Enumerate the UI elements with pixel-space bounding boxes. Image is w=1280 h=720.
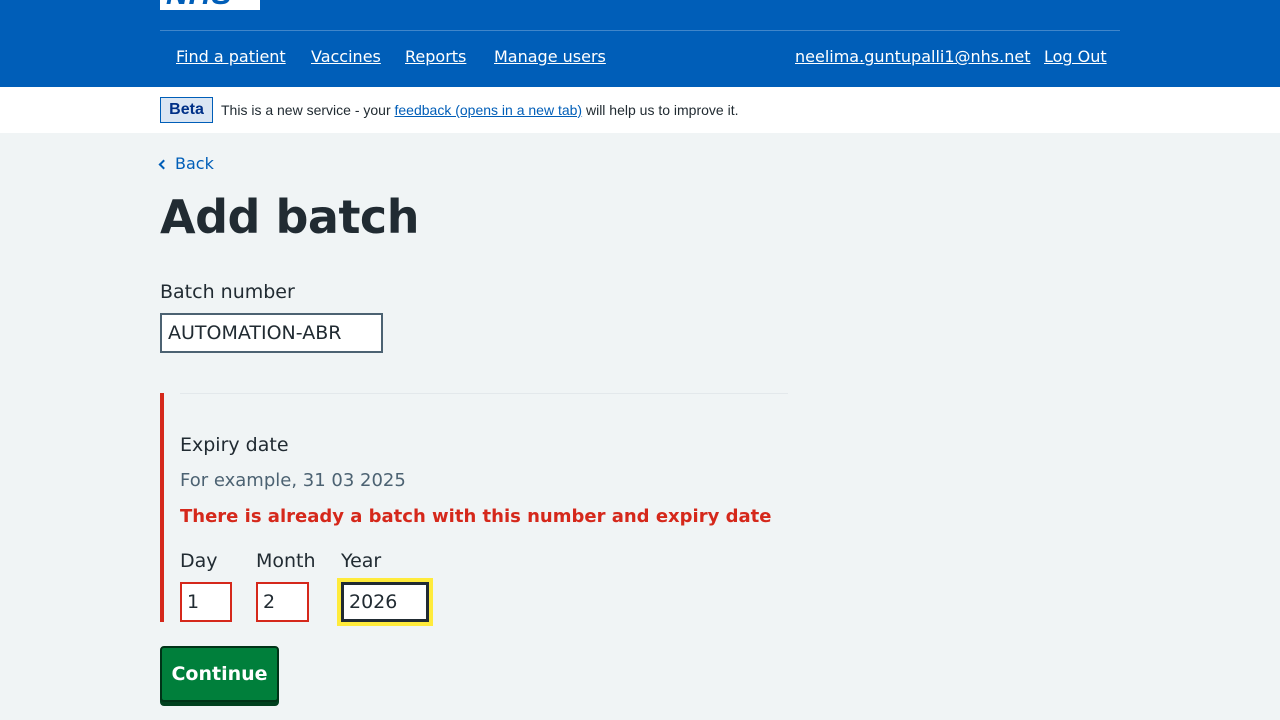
expiry-date-error: There is already a batch with this numbe… [180, 506, 772, 527]
header-divider [160, 30, 1120, 31]
year-input[interactable] [341, 582, 429, 622]
day-label: Day [180, 550, 218, 572]
year-label: Year [341, 550, 382, 572]
expiry-date-label: Expiry date [180, 434, 289, 456]
chevron-left-icon [158, 159, 169, 170]
nhs-logo[interactable]: NHS [160, 0, 260, 10]
nav-user-email[interactable]: neelima.guntupalli1@nhs.net [795, 47, 1030, 66]
expiry-date-hint: For example, 31 03 2025 [180, 470, 406, 491]
nav-find-patient[interactable]: Find a patient [176, 47, 286, 66]
feedback-link[interactable]: feedback (opens in a new tab) [395, 102, 583, 118]
nav-reports[interactable]: Reports [405, 47, 466, 66]
continue-button[interactable]: Continue [160, 646, 279, 702]
day-input[interactable] [180, 582, 232, 622]
site-header: NHS Find a patient Vaccines Reports Mana… [0, 0, 1280, 87]
back-label: Back [175, 154, 214, 173]
page-title: Add batch [160, 190, 419, 244]
back-link[interactable]: Back [158, 154, 214, 173]
month-input[interactable] [256, 582, 309, 622]
batch-number-label: Batch number [160, 281, 295, 303]
fieldset-divider [180, 393, 788, 394]
nav-vaccines[interactable]: Vaccines [311, 47, 381, 66]
nav-manage-users[interactable]: Manage users [494, 47, 606, 66]
beta-message: This is a new service - your feedback (o… [221, 102, 738, 118]
beta-text-after: will help us to improve it. [582, 102, 739, 118]
nav-log-out[interactable]: Log Out [1044, 47, 1107, 66]
month-label: Month [256, 550, 316, 572]
beta-banner: Beta This is a new service - your feedba… [0, 87, 1280, 133]
beta-text-before: This is a new service - your [221, 102, 395, 118]
beta-tag: Beta [160, 97, 213, 123]
batch-number-input[interactable] [160, 313, 383, 353]
nhs-logo-text: NHS [166, 0, 232, 10]
